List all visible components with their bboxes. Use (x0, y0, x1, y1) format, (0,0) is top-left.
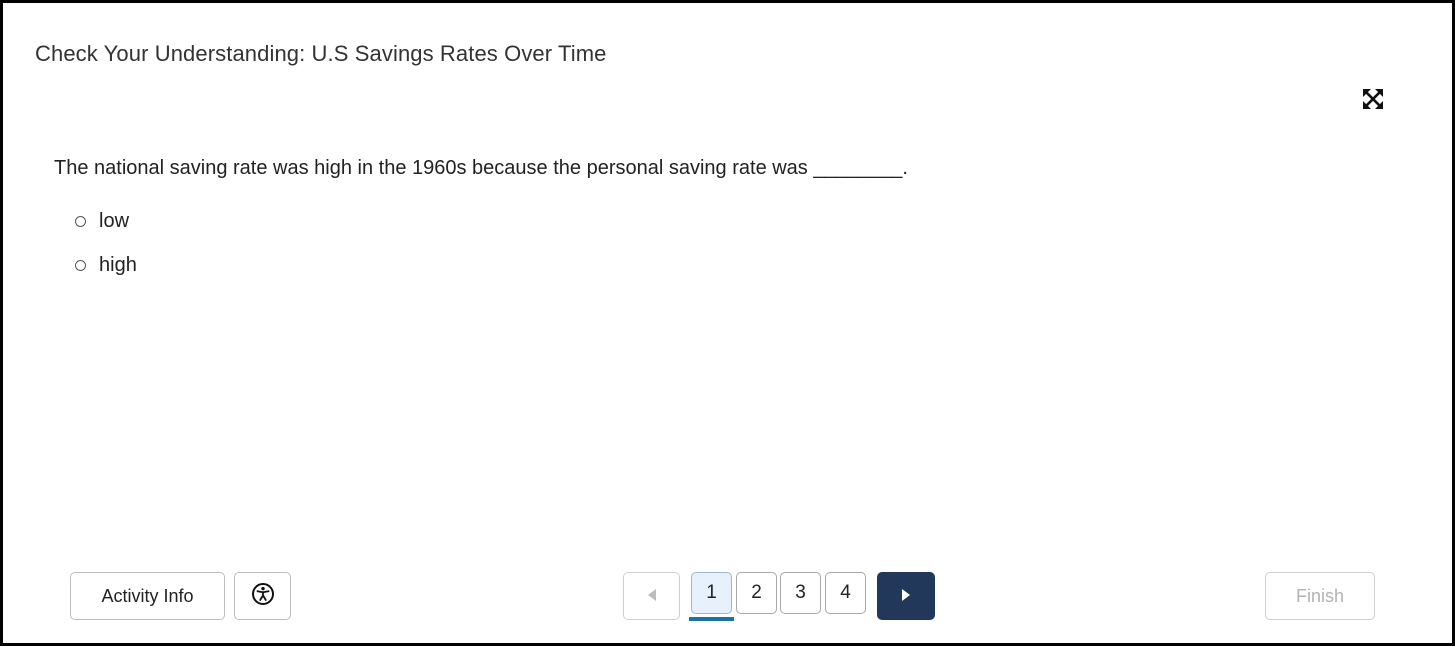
page-title: Check Your Understanding: U.S Savings Ra… (35, 41, 607, 66)
expand-arrows-icon (1362, 88, 1384, 115)
activity-frame: Check Your Understanding: U.S Savings Ra… (0, 0, 1455, 646)
next-page-button[interactable] (877, 572, 935, 620)
expand-button[interactable] (1359, 87, 1387, 115)
radio-button[interactable] (75, 260, 86, 271)
option-label: high (99, 254, 137, 276)
page-button-4[interactable]: 4 (825, 572, 866, 614)
page-button-2[interactable]: 2 (736, 572, 777, 614)
option-high[interactable]: high (75, 254, 137, 277)
current-page-indicator (689, 617, 734, 621)
question-text: The national saving rate was high in the… (54, 157, 908, 179)
previous-page-button[interactable] (623, 572, 680, 620)
finish-button[interactable]: Finish (1265, 572, 1375, 620)
accessibility-button[interactable] (234, 572, 291, 620)
triangle-left-icon (646, 586, 658, 607)
page-button-1[interactable]: 1 (691, 572, 732, 614)
accessibility-icon (251, 582, 275, 611)
page-button-3[interactable]: 3 (780, 572, 821, 614)
option-low[interactable]: low (75, 210, 129, 233)
option-label: low (99, 210, 130, 232)
triangle-right-icon (900, 586, 912, 607)
activity-info-button[interactable]: Activity Info (70, 572, 225, 620)
radio-button[interactable] (75, 216, 86, 227)
